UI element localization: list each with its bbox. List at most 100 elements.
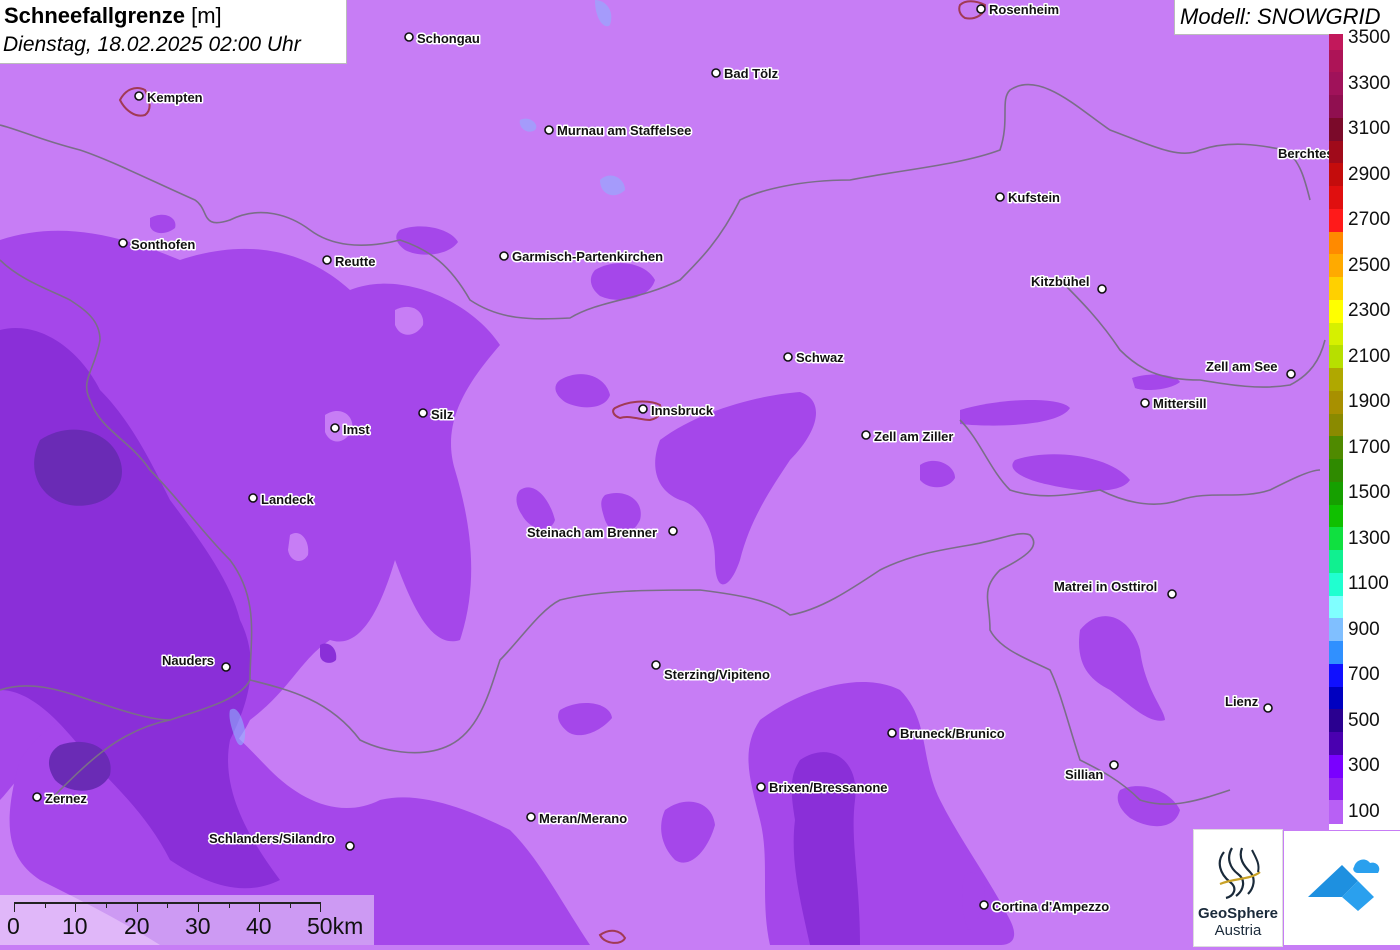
legend-swatch [1329, 117, 1343, 142]
city-marker-murnau [544, 125, 554, 135]
legend-label: 2700 [1348, 209, 1391, 231]
legend-swatch [1329, 481, 1343, 506]
city-marker-landeck [248, 493, 258, 503]
city-label-murnau: Murnau am Staffelsee [557, 123, 691, 138]
legend-label: 700 [1348, 664, 1380, 686]
legend-label: 2500 [1348, 254, 1391, 276]
city-garmisch: Garmisch-Partenkirchen [499, 248, 665, 266]
city-marker-meran [526, 812, 536, 822]
city-innsbruck: Innsbruck [638, 402, 715, 420]
map-title: Schneefallgrenze [m] [4, 3, 222, 29]
legend-swatch [1329, 140, 1343, 165]
legend-label: 300 [1348, 755, 1380, 777]
city-label-schwaz: Schwaz [796, 350, 844, 365]
city-label-garmisch: Garmisch-Partenkirchen [512, 249, 663, 264]
city-steinach: Steinach am Brenner [526, 524, 678, 542]
legend-swatch [1329, 709, 1343, 733]
legend-swatch [1329, 163, 1343, 187]
legend-swatch [1329, 754, 1343, 779]
city-label-matrei: Matrei in Osttirol [1054, 579, 1157, 594]
scale-label-50km: 50km [307, 913, 364, 939]
city-label-schlanders: Schlanders/Silandro [209, 831, 335, 846]
legend-label: 1300 [1348, 527, 1391, 549]
city-label-sonthofen: Sonthofen [131, 237, 195, 252]
legend-swatch [1329, 550, 1343, 574]
app-logo-icon [1308, 859, 1380, 911]
city-label-sillian: Sillian [1065, 767, 1103, 782]
city-label-landeck: Landeck [261, 492, 315, 507]
city-label-imst: Imst [343, 422, 370, 437]
legend-swatch [1329, 345, 1343, 369]
legend-label: 3500 [1348, 27, 1391, 49]
city-marker-sillian [1109, 760, 1119, 770]
city-marker-bruneck [887, 728, 897, 738]
city-label-silz: Silz [431, 407, 454, 422]
legend-swatch [1329, 49, 1343, 74]
scale-label-10: 10 [62, 913, 88, 939]
city-marker-bad-toelz [711, 68, 721, 78]
legend-swatch [1329, 231, 1343, 255]
scale-label-30: 30 [185, 913, 211, 939]
legend-label: 1700 [1348, 436, 1391, 458]
city-bruneck: Bruneck/Brunico [887, 725, 1006, 743]
city-marker-kempten [134, 91, 144, 101]
legend-color-bar [1329, 34, 1343, 830]
city-murnau: Murnau am Staffelsee [544, 122, 693, 140]
city-label-innsbruck: Innsbruck [651, 403, 714, 418]
legend-label: 900 [1348, 618, 1380, 640]
city-label-kufstein: Kufstein [1008, 190, 1060, 205]
title-unit: [m] [191, 3, 222, 28]
model-label: Modell: SNOWGRID [1180, 4, 1381, 29]
city-marker-kufstein [995, 192, 1005, 202]
city-label-zell-am-see: Zell am See [1206, 359, 1278, 374]
city-meran: Meran/Merano [526, 810, 629, 828]
city-label-bad-toelz: Bad Tölz [724, 66, 779, 81]
legend-swatch [1329, 436, 1343, 460]
scale-tick [229, 902, 230, 908]
city-label-brixen: Brixen/Bressanone [769, 780, 888, 795]
city-marker-garmisch [499, 251, 509, 261]
legend-swatch [1329, 527, 1343, 551]
city-label-nauders: Nauders [162, 653, 214, 668]
scale-bar: 0 10 20 30 40 50km [0, 895, 374, 945]
city-marker-schongau [404, 32, 414, 42]
title-parameter: Schneefallgrenze [4, 3, 185, 28]
legend-swatch [1329, 777, 1343, 801]
city-marker-zernez [32, 792, 42, 802]
legend-label: 100 [1348, 800, 1380, 822]
city-marker-sonthofen [118, 238, 128, 248]
legend-label: 1900 [1348, 391, 1391, 413]
scale-tick [198, 902, 199, 912]
scale-tick [290, 902, 291, 908]
city-label-bruneck: Bruneck/Brunico [900, 726, 1005, 741]
geosphere-logo[interactable]: GeoSphere Austria [1193, 829, 1283, 947]
app-logo[interactable] [1284, 831, 1400, 945]
snowfall-line-map[interactable]: Rosenheim Schongau Bad Tölz Kempten Murn… [0, 0, 1400, 945]
legend-swatch [1329, 322, 1343, 346]
city-marker-zell-am-see [1286, 369, 1296, 379]
scale-tick [137, 902, 138, 912]
city-label-zernez: Zernez [45, 791, 87, 806]
city-marker-matrei [1167, 589, 1177, 599]
legend-label: 3100 [1348, 118, 1391, 140]
legend-swatch [1329, 572, 1343, 597]
legend-swatch [1329, 686, 1343, 710]
city-marker-brixen [756, 782, 766, 792]
legend-swatch [1329, 72, 1343, 96]
city-marker-steinach [668, 526, 678, 536]
scale-tick [167, 902, 168, 908]
geosphere-logo-icon [1218, 847, 1261, 900]
legend-swatch [1329, 459, 1343, 483]
scale-tick [259, 902, 260, 912]
legend-label: 2900 [1348, 163, 1391, 185]
geosphere-name: GeoSphere [1197, 905, 1279, 922]
legend-label: 2300 [1348, 300, 1391, 322]
legend-swatch [1329, 186, 1343, 210]
map-datetime: Dienstag, 18.02.2025 02:00 Uhr [3, 33, 301, 56]
city-marker-zell-am-ziller [861, 430, 871, 440]
city-marker-innsbruck [638, 404, 648, 414]
city-marker-reutte [322, 255, 332, 265]
city-label-lienz: Lienz [1225, 694, 1259, 709]
legend-label: 500 [1348, 709, 1380, 731]
city-schongau: Schongau [404, 30, 481, 48]
